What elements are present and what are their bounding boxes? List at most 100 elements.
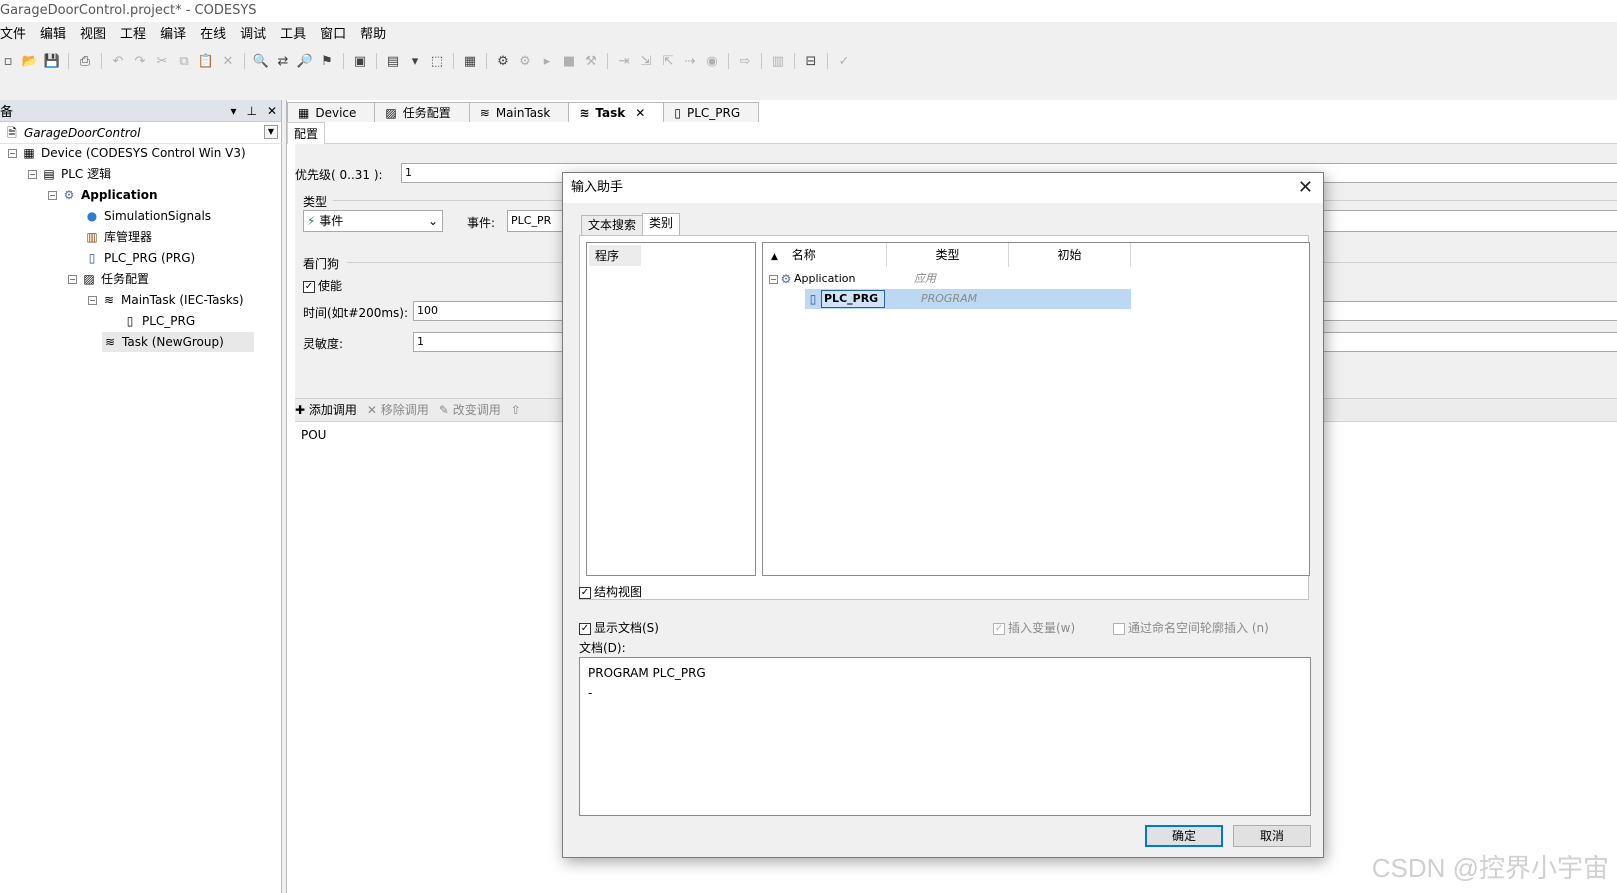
step-out-icon[interactable]: ⇱: [660, 53, 676, 69]
chevron-down-icon[interactable]: ▼: [264, 125, 278, 139]
collapse-icon[interactable]: −: [8, 148, 17, 158]
menu-window[interactable]: 窗口: [314, 24, 354, 46]
unforce-icon[interactable]: ⊟: [803, 53, 819, 69]
export-icon[interactable]: ⬚: [429, 53, 445, 69]
tree-item-plc-prg-call[interactable]: ▯ PLC_PRG: [122, 311, 196, 331]
tree-item-project[interactable]: 🗎 GarageDoorControl: [4, 123, 140, 143]
plc-logic-icon: ▤: [43, 167, 55, 181]
dropdown-arrow-icon[interactable]: ▾: [407, 53, 423, 69]
menu-online[interactable]: 在线: [194, 24, 234, 46]
namespace-insert-checkbox[interactable]: 通过命名空间轮廓插入 (n): [1113, 619, 1269, 636]
menu-help[interactable]: 帮助: [354, 24, 394, 46]
column-type[interactable]: 类型: [887, 243, 1009, 267]
menu-view[interactable]: 视图: [74, 24, 114, 46]
check-icon[interactable]: ✓: [836, 53, 852, 69]
cancel-button[interactable]: 取消: [1233, 825, 1311, 847]
tab-task[interactable]: ≋ Task ✕: [568, 102, 665, 122]
login-icon[interactable]: ⚙: [495, 53, 511, 69]
collapse-icon[interactable]: −: [769, 274, 778, 284]
grid-row-plc-prg[interactable]: ▯ PLC_PRG PROGRAM: [805, 289, 1131, 309]
print-icon[interactable]: ⎙: [77, 53, 93, 69]
tree-item-main-task[interactable]: − ≋ MainTask (IEC-Tasks): [88, 290, 244, 310]
remove-call-button[interactable]: ✕ 移除调用: [367, 401, 429, 418]
find-icon[interactable]: 🔍: [253, 53, 269, 69]
enable-checkbox[interactable]: ✓ 使能: [303, 277, 342, 294]
type-select[interactable]: ⚡ 事件 ⌄: [303, 210, 443, 232]
window-icon[interactable]: ▣: [352, 53, 368, 69]
column-initial[interactable]: 初始: [1009, 243, 1131, 267]
pin-icon[interactable]: ⊥: [246, 100, 256, 122]
menu-build[interactable]: 编译: [154, 24, 194, 46]
cut-icon[interactable]: ✂: [154, 53, 170, 69]
add-object-icon[interactable]: ▤: [385, 53, 401, 69]
tree-item-plc-logic[interactable]: − ▤ PLC 逻辑: [28, 164, 111, 184]
tab-categories[interactable]: 类别: [642, 213, 681, 235]
tab-text-search[interactable]: 文本搜索: [581, 215, 644, 235]
tree-item-task-config[interactable]: − ▨ 任务配置: [68, 269, 149, 289]
config-subtab-bar: 配置: [287, 122, 1617, 144]
type-label: 类型: [303, 195, 328, 209]
tree-item-application[interactable]: − ⚙ Application: [48, 185, 158, 205]
menu-file[interactable]: 文件: [0, 24, 34, 46]
item-grid: ▲ 名称 类型 初始 − ⚙ Application 应用 ▯ PLC_PRG …: [762, 242, 1310, 576]
tab-device[interactable]: ▦ Device: [287, 102, 376, 122]
stop-icon[interactable]: ■: [561, 53, 577, 69]
ok-button[interactable]: 确定: [1145, 825, 1223, 847]
close-tab-icon[interactable]: ✕: [635, 106, 645, 120]
toolbar-separator: [101, 53, 102, 69]
menu-project[interactable]: 工程: [114, 24, 154, 46]
tab-task-config[interactable]: ▨ 任务配置: [374, 102, 470, 122]
find-all-icon[interactable]: 🔎: [297, 53, 313, 69]
doc-textbox[interactable]: PROGRAM PLC_PRG -: [579, 657, 1311, 816]
change-call-button[interactable]: ✎ 改变调用: [439, 401, 501, 418]
menu-bar: 文件 编辑 视图 工程 编译 在线 调试 工具 窗口 帮助: [0, 24, 1617, 46]
step-over-icon[interactable]: ⇥: [616, 53, 632, 69]
panel-menu-icon[interactable]: ▾: [230, 100, 236, 122]
menu-debug[interactable]: 调试: [234, 24, 274, 46]
open-folder-icon[interactable]: 📂: [22, 53, 38, 69]
tree-item-task-newgroup[interactable]: ≋ Task (NewGroup): [102, 332, 254, 352]
close-icon[interactable]: ✕: [267, 100, 277, 122]
collapse-icon[interactable]: −: [28, 169, 37, 179]
logout-icon[interactable]: ⚙: [517, 53, 533, 69]
column-name[interactable]: ▲ 名称: [763, 243, 887, 267]
copy-icon[interactable]: ⧉: [176, 53, 192, 69]
move-up-icon[interactable]: ⇧: [511, 403, 521, 417]
redo-icon[interactable]: ↷: [132, 53, 148, 69]
new-file-icon[interactable]: ▫: [0, 53, 16, 69]
run-to-cursor-icon[interactable]: ⇢: [682, 53, 698, 69]
step-into-icon[interactable]: ⇲: [638, 53, 654, 69]
subtab-config[interactable]: 配置: [287, 122, 326, 144]
run-icon[interactable]: ▸: [539, 53, 555, 69]
breakpoint-icon[interactable]: ◉: [704, 53, 720, 69]
collapse-icon[interactable]: −: [68, 274, 77, 284]
structured-view-checkbox[interactable]: ✓ 结构视图: [579, 583, 642, 600]
write-values-icon[interactable]: ⇨: [737, 53, 753, 69]
insert-var-checkbox[interactable]: ✓ 插入变量(w): [993, 619, 1075, 636]
collapse-icon[interactable]: −: [48, 190, 57, 200]
calculator-icon[interactable]: ▦: [462, 53, 478, 69]
replace-icon[interactable]: ⇄: [275, 53, 291, 69]
tree-item-library-manager[interactable]: ▥ 库管理器: [84, 227, 152, 247]
menu-tools[interactable]: 工具: [274, 24, 314, 46]
menu-edit[interactable]: 编辑: [34, 24, 74, 46]
delete-icon[interactable]: ✕: [220, 53, 236, 69]
tree-root-row[interactable]: 🗎 GarageDoorControl ▼: [0, 122, 282, 144]
bookmark-icon[interactable]: ⚑: [319, 53, 335, 69]
save-icon[interactable]: 💾: [44, 53, 60, 69]
tab-plc-prg[interactable]: ▯ PLC_PRG: [663, 102, 760, 122]
reset-icon[interactable]: ⚒: [583, 53, 599, 69]
grid-row-application[interactable]: − ⚙ Application 应用: [769, 269, 936, 289]
tree-item-device[interactable]: − ▦ Device (CODESYS Control Win V3): [8, 143, 246, 163]
collapse-icon[interactable]: −: [88, 295, 97, 305]
category-item-program[interactable]: 程序: [589, 245, 641, 266]
show-doc-checkbox[interactable]: ✓ 显示文档(S): [579, 621, 659, 635]
tree-item-plc-prg[interactable]: ▯ PLC_PRG (PRG): [84, 248, 196, 268]
add-call-button[interactable]: ✚ 添加调用: [295, 401, 357, 418]
tree-item-simulation-signals[interactable]: ● SimulationSignals: [84, 206, 211, 226]
close-icon[interactable]: ✕: [1298, 173, 1313, 203]
force-values-icon[interactable]: ▥: [770, 53, 786, 69]
paste-icon[interactable]: 📋: [198, 53, 214, 69]
undo-icon[interactable]: ↶: [110, 53, 126, 69]
tab-main-task[interactable]: ≋ MainTask: [468, 102, 570, 122]
